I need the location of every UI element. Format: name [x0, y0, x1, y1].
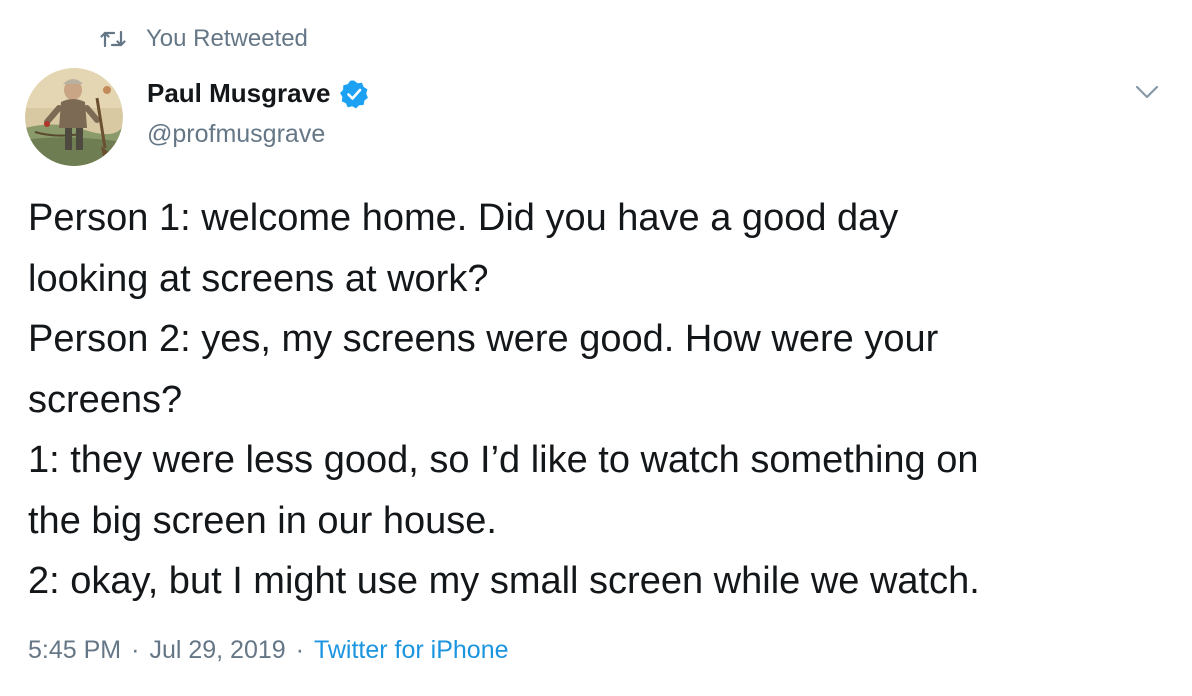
retweet-icon — [100, 30, 126, 48]
author-handle[interactable]: @profmusgrave — [147, 120, 325, 149]
chevron-down-icon[interactable] — [1134, 82, 1160, 102]
retweet-context: You Retweeted — [100, 22, 308, 56]
tweet-text-line: looking at screens at work? — [28, 257, 489, 300]
tweet-source-link[interactable]: Twitter for iPhone — [314, 636, 509, 665]
meta-separator: · — [295, 636, 304, 664]
tweet-text-line: the big screen in our house. — [28, 499, 497, 542]
author-name-row[interactable]: Paul Musgrave — [147, 78, 369, 109]
tweet-time[interactable]: 5:45 PM — [28, 636, 121, 665]
tweet-text-line: Person 2: yes, my screens were good. How… — [28, 318, 939, 360]
tweet-card[interactable]: You Retweeted Paul Musgrave @profmusgrav… — [0, 0, 1192, 696]
avatar[interactable] — [25, 68, 123, 166]
avatar-image — [25, 68, 123, 166]
meta-separator: · — [131, 636, 140, 664]
tweet-text-line: screens? — [28, 378, 183, 421]
tweet-meta: 5:45 PM · Jul 29, 2019 · Twitter for iPh… — [28, 636, 509, 665]
retweet-label: You Retweeted — [146, 25, 308, 52]
verified-badge-icon — [339, 80, 368, 108]
tweet-text-line: 2: okay, but I might use my small screen… — [28, 560, 980, 602]
author-name[interactable]: Paul Musgrave — [147, 78, 331, 109]
tweet-text-line: Person 1: welcome home. Did you have a g… — [28, 197, 899, 239]
tweet-text: Person 1: welcome home. Did you have a g… — [28, 188, 1168, 612]
tweet-date[interactable]: Jul 29, 2019 — [149, 636, 285, 665]
tweet-text-line: 1: they were less good, so I’d like to w… — [28, 439, 979, 481]
